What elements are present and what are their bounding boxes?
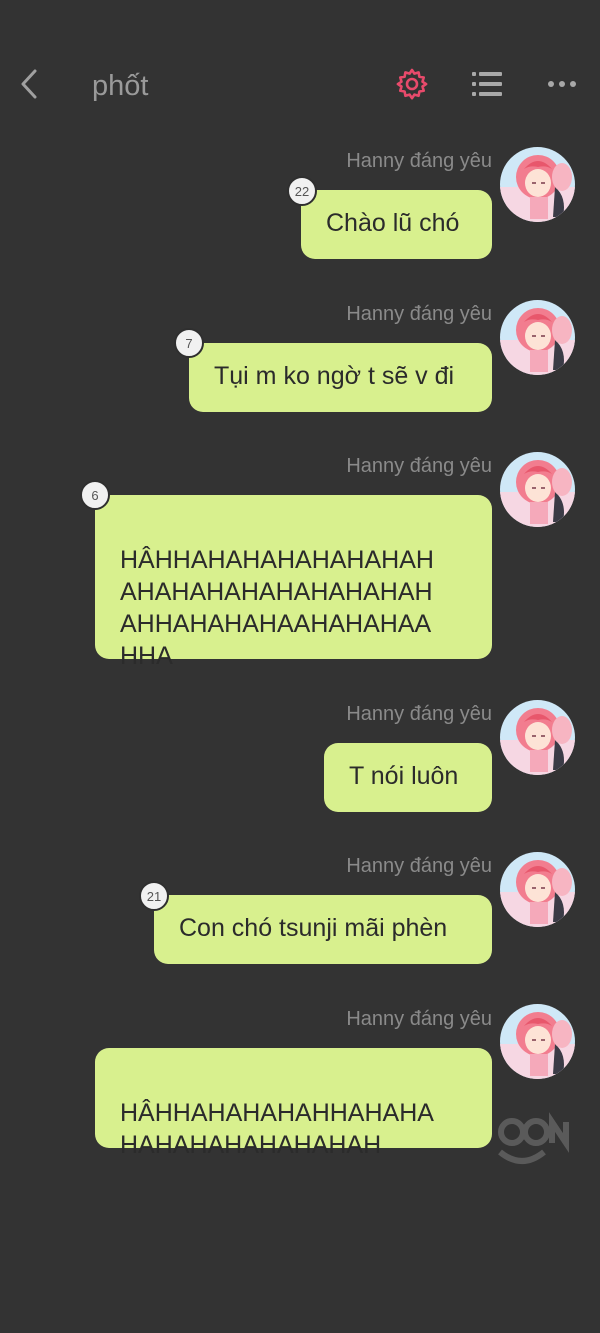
message-text: Con chó tsunji mãi phèn: [179, 914, 448, 942]
message-text: Tụi m ko ngờ t sẽ v đi: [214, 362, 455, 390]
more-button[interactable]: [542, 64, 582, 104]
avatar[interactable]: [500, 452, 575, 527]
sender-name: Hanny đáng yêu: [346, 150, 492, 172]
gear-icon: [396, 68, 428, 100]
sender-name: Hanny đáng yêu: [346, 703, 492, 725]
sender-name: Hanny đáng yêu: [346, 303, 492, 325]
chat-title: phốt: [92, 70, 149, 102]
count-badge: 6: [80, 480, 110, 510]
message-text: HÂHHAHAHAHAHHAHAHA HAHAHAHAHAHAHAH: [120, 1099, 434, 1159]
message-bubble[interactable]: T nói luôn: [324, 743, 492, 812]
watermark-logo: [492, 1108, 572, 1168]
avatar[interactable]: [500, 852, 575, 927]
count-badge: 22: [287, 176, 317, 206]
back-arrow-icon: [21, 69, 37, 99]
avatar[interactable]: [500, 1004, 575, 1079]
app-header: phốt: [0, 0, 600, 122]
more-icon: [548, 81, 576, 87]
back-button[interactable]: [14, 64, 44, 104]
list-icon: [472, 72, 502, 96]
message-text: Chào lũ chó: [326, 209, 460, 237]
sender-name: Hanny đáng yêu: [346, 1008, 492, 1030]
sender-name: Hanny đáng yêu: [346, 855, 492, 877]
message-bubble[interactable]: Tụi m ko ngờ t sẽ v đi: [189, 343, 492, 412]
list-button[interactable]: [467, 64, 507, 104]
sender-name: Hanny đáng yêu: [346, 455, 492, 477]
avatar[interactable]: [500, 700, 575, 775]
avatar[interactable]: [500, 300, 575, 375]
message-text: HÂHHAHAHAHAHAHAHAH AHAHAHAHAHAHAHAHAH AH…: [120, 546, 434, 670]
message-bubble[interactable]: HÂHHAHAHAHAHHAHAHA HAHAHAHAHAHAHAH: [95, 1048, 492, 1159]
count-badge: 21: [139, 881, 169, 911]
settings-button[interactable]: [392, 64, 432, 104]
message-bubble[interactable]: Con chó tsunji mãi phèn: [154, 895, 492, 964]
message-bubble[interactable]: Chào lũ chó: [301, 190, 492, 259]
message-bubble[interactable]: HÂHHAHAHAHAHAHAHAH AHAHAHAHAHAHAHAHAH AH…: [95, 495, 492, 670]
message-text: T nói luôn: [349, 762, 459, 790]
count-badge: 7: [174, 328, 204, 358]
avatar[interactable]: [500, 147, 575, 222]
